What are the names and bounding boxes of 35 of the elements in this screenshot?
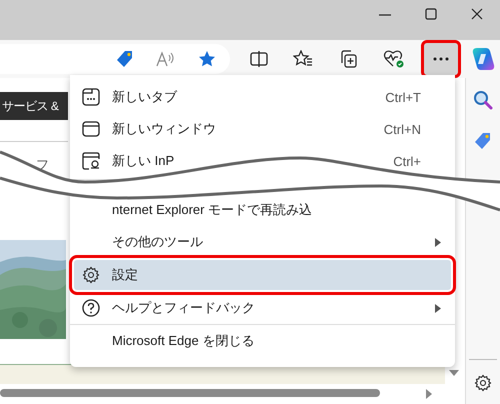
search-icon[interactable] xyxy=(473,90,493,110)
more-button[interactable] xyxy=(424,43,458,75)
menu-item[interactable]: nternet Explorer モードで再読み込 xyxy=(112,202,312,217)
settings-icon xyxy=(82,266,100,284)
scrollbar-thumb[interactable] xyxy=(0,389,380,397)
maximize-icon[interactable] xyxy=(425,8,437,20)
read-aloud-icon[interactable] xyxy=(156,50,176,68)
menu-item[interactable]: ヘルプとフィードバック xyxy=(112,300,255,315)
right-arrow-icon[interactable] xyxy=(426,389,432,399)
shortcut-label: Ctrl+ xyxy=(393,154,421,168)
shortcut-label: Ctrl+T xyxy=(385,90,421,104)
menu-item[interactable]: 新しい InP xyxy=(112,153,174,168)
shortcut-label: Ctrl+N xyxy=(384,122,421,136)
settings-icon[interactable] xyxy=(474,374,492,392)
page-banner: サービス & xyxy=(0,92,68,120)
close-icon[interactable] xyxy=(471,8,483,20)
inprivate-icon xyxy=(82,152,100,170)
tag-icon[interactable] xyxy=(474,132,492,150)
menu-item[interactable]: その他のツール xyxy=(112,234,203,249)
more-icon xyxy=(433,57,449,61)
split-screen-icon[interactable] xyxy=(250,50,268,68)
tag-icon[interactable] xyxy=(116,50,134,68)
window-icon xyxy=(82,120,100,138)
dropdown-arrow-icon[interactable] xyxy=(449,370,459,376)
copilot-icon[interactable] xyxy=(470,46,496,72)
address-bar[interactable] xyxy=(0,44,230,74)
menu-item[interactable]: 設定 xyxy=(74,260,451,290)
heart-pulse-icon[interactable] xyxy=(383,49,405,69)
menu-item[interactable]: 新しいタブ xyxy=(112,89,177,104)
favorites-icon[interactable] xyxy=(293,50,313,68)
menu-item[interactable]: Microsoft Edge を閉じる xyxy=(112,333,254,348)
new-tab-icon xyxy=(82,88,100,106)
help-icon xyxy=(82,299,100,317)
star-icon[interactable] xyxy=(198,50,216,68)
menu-item[interactable]: 新しいウィンドウ xyxy=(112,121,216,136)
